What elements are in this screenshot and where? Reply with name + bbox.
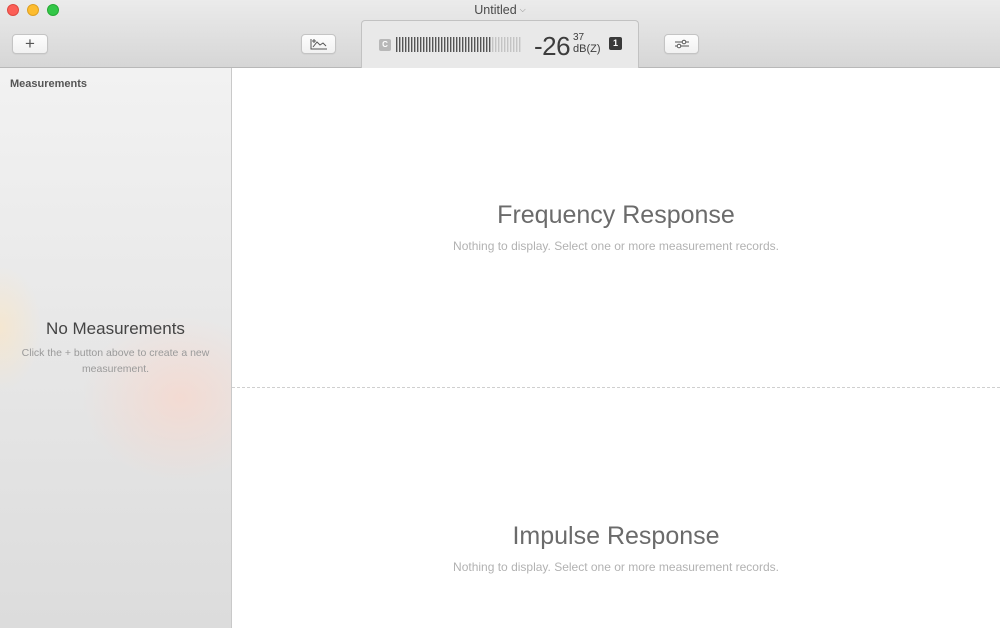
meter-segment [429,37,431,52]
sliders-icon [674,39,689,49]
meter-segment [453,37,455,52]
sidebar-header: Measurements [10,78,88,90]
meter-segment [399,37,401,52]
level-value: -26 [534,31,571,61]
meter-segment [432,37,434,52]
meter-segment [477,37,479,52]
meter-segment [417,37,419,52]
meter-segment [507,37,509,52]
channel-badge[interactable]: 1 [609,37,622,50]
meter-segment [462,37,464,52]
settings-button[interactable] [664,34,699,54]
meter-segment [471,37,473,52]
level-meter-bars [396,37,521,52]
meter-segment [510,37,512,52]
meter-segment [414,37,416,52]
add-measurement-label: + [25,34,35,53]
meter-segment [447,37,449,52]
meter-segment [474,37,476,52]
meter-segment [411,37,413,52]
empty-hint-after: button above to create a new measurement… [73,347,210,375]
frequency-response-empty-text: Nothing to display. Select one or more m… [453,239,779,253]
meter-segment [516,37,518,52]
meter-segment [456,37,458,52]
meter-segment [423,37,425,52]
meter-segment [492,37,494,52]
meter-segment [438,37,440,52]
meter-segment [480,37,482,52]
meter-segment [465,37,467,52]
meter-segment [435,37,437,52]
pane-splitter[interactable] [232,387,1000,388]
meter-segment [396,37,398,52]
meter-segment [486,37,488,52]
window-title-text: Untitled [474,3,517,17]
meter-segment [495,37,497,52]
plus-icon: + [64,347,71,359]
meter-segment [441,37,443,52]
window-titlebar: Untitled ⌵ + C -26 37 dB(Z) 1 [0,0,1000,68]
impulse-response-title: Impulse Response [512,522,720,550]
meter-segment [402,37,404,52]
chevron-down-icon: ⌵ [519,5,526,14]
graph-icon [310,39,327,50]
meter-segment [420,37,422,52]
frequency-response-title: Frequency Response [497,201,735,229]
meter-segment [459,37,461,52]
weighting-badge: C [379,39,391,51]
meter-segment [501,37,503,52]
meter-segment [426,37,428,52]
impulse-response-empty-text: Nothing to display. Select one or more m… [453,560,779,574]
sidebar: Measurements No Measurements Click the +… [0,68,232,628]
main-content: Frequency Response Nothing to display. S… [232,68,1000,628]
meter-segment [450,37,452,52]
meter-segment [513,37,515,52]
meter-segment [489,37,491,52]
empty-state-hint: Click the + button above to create a new… [18,345,213,377]
meter-segment [405,37,407,52]
level-meter[interactable]: C -26 37 dB(Z) 1 [361,20,639,68]
meter-segment [519,37,521,52]
empty-state-title: No Measurements [46,319,185,338]
level-unit: dB(Z) [573,43,601,55]
meter-segment [483,37,485,52]
meter-segment [504,37,506,52]
empty-hint-before: Click the [21,347,62,359]
add-measurement-button[interactable]: + [12,34,48,54]
meter-segment [468,37,470,52]
graph-options-button[interactable] [301,34,336,54]
meter-segment [408,37,410,52]
level-value-decimal: 37 [573,32,585,43]
meter-segment [444,37,446,52]
window-title[interactable]: Untitled ⌵ [0,3,1000,17]
meter-segment [498,37,500,52]
